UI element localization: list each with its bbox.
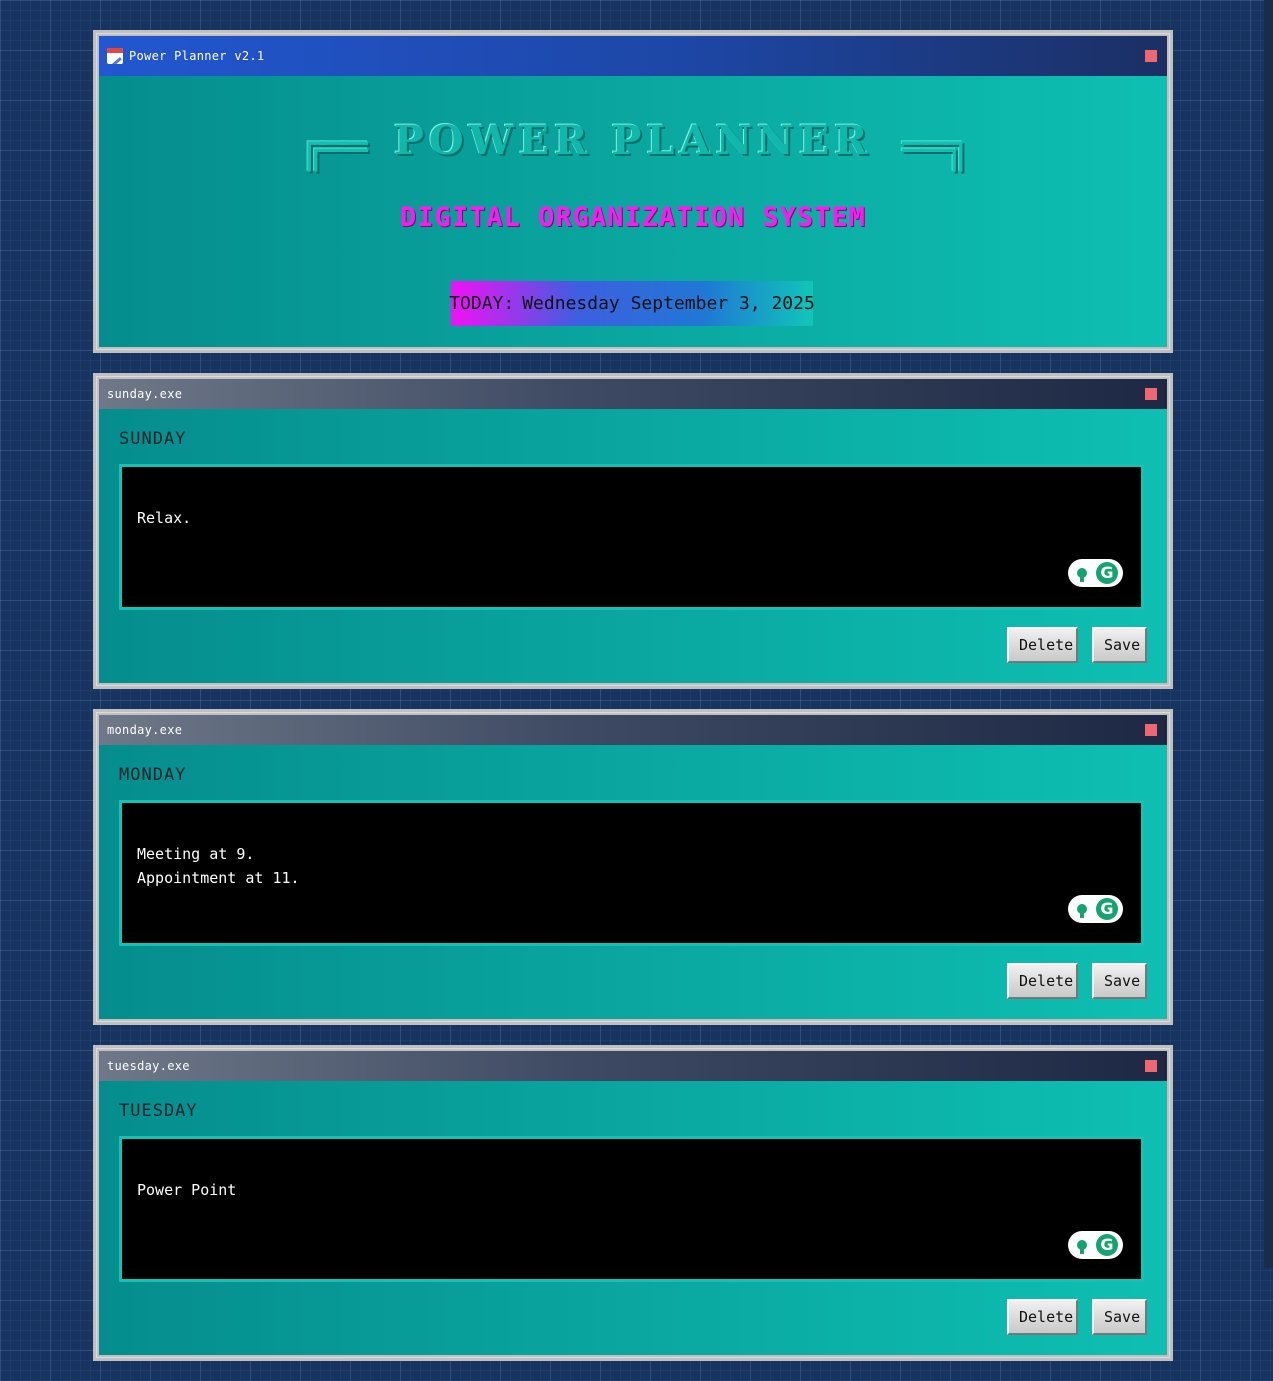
- day-panel: SUNDAY Relax. G Delete Save: [99, 409, 1167, 683]
- planner-container: Power Planner v2.1 ╔══ POWER PLANNER ══╗…: [93, 30, 1173, 1381]
- today-label: TODAY:: [449, 293, 515, 314]
- day-titlebar: monday.exe: [99, 715, 1167, 745]
- day-actions: Delete Save: [119, 1299, 1147, 1335]
- day-label: SUNDAY: [119, 429, 187, 449]
- page-right-edge: [1264, 0, 1273, 1268]
- close-button[interactable]: [1145, 1060, 1157, 1072]
- day-titlebar: sunday.exe: [99, 379, 1167, 409]
- header-panel: ╔══ POWER PLANNER ══╗ DIGITAL ORGANIZATI…: [99, 76, 1167, 347]
- today-banner: TODAY: Wednesday September 3, 2025: [449, 281, 815, 326]
- close-button[interactable]: [1145, 388, 1157, 400]
- day-window-tuesday: tuesday.exe TUESDAY Power Point G Delete…: [93, 1045, 1173, 1361]
- day-label: TUESDAY: [119, 1101, 198, 1121]
- calendar-icon: [107, 48, 123, 64]
- close-button[interactable]: [1145, 50, 1157, 62]
- day-window-sunday: sunday.exe SUNDAY Relax. G Delete Save: [93, 373, 1173, 689]
- lightbulb-icon: [1077, 568, 1087, 582]
- day-panel: MONDAY Meeting at 9. Appointment at 11. …: [99, 745, 1167, 1019]
- grammarly-widget[interactable]: G: [1068, 1231, 1123, 1259]
- day-window-title: monday.exe: [107, 723, 183, 737]
- day-window-title: sunday.exe: [107, 387, 183, 401]
- app-subtitle: DIGITAL ORGANIZATION SYSTEM: [400, 202, 866, 233]
- day-notes-textarea[interactable]: Relax. G: [119, 464, 1144, 610]
- delete-button[interactable]: Delete: [1007, 1299, 1078, 1335]
- lightbulb-icon: [1077, 904, 1087, 918]
- grammarly-widget[interactable]: G: [1068, 895, 1123, 923]
- logo-title: POWER PLANNER: [393, 117, 873, 164]
- day-panel: TUESDAY Power Point G Delete Save: [99, 1081, 1167, 1355]
- logo-left-decoration: ╔══: [299, 122, 368, 171]
- lightbulb-icon: [1077, 1240, 1087, 1254]
- day-notes-text: Relax.: [137, 509, 192, 527]
- day-actions: Delete Save: [119, 627, 1147, 663]
- grammarly-widget[interactable]: G: [1068, 559, 1123, 587]
- delete-button[interactable]: Delete: [1007, 963, 1078, 999]
- delete-button[interactable]: Delete: [1007, 627, 1078, 663]
- grammarly-icon: G: [1096, 562, 1118, 584]
- grammarly-icon: G: [1096, 1234, 1118, 1256]
- main-window: Power Planner v2.1 ╔══ POWER PLANNER ══╗…: [93, 30, 1173, 353]
- save-button[interactable]: Save: [1092, 963, 1147, 999]
- day-window-monday: monday.exe MONDAY Meeting at 9. Appointm…: [93, 709, 1173, 1025]
- app-logo: ╔══ POWER PLANNER ══╗: [99, 116, 1167, 168]
- day-notes-text: Meeting at 9. Appointment at 11.: [137, 845, 300, 887]
- save-button[interactable]: Save: [1092, 627, 1147, 663]
- day-titlebar: tuesday.exe: [99, 1051, 1167, 1081]
- window-title: Power Planner v2.1: [129, 49, 265, 63]
- save-button[interactable]: Save: [1092, 1299, 1147, 1335]
- logo-right-decoration: ══╗: [902, 122, 970, 171]
- day-label: MONDAY: [119, 765, 187, 785]
- close-button[interactable]: [1145, 724, 1157, 736]
- day-actions: Delete Save: [119, 963, 1147, 999]
- main-titlebar: Power Planner v2.1: [99, 36, 1167, 76]
- day-notes-text: Power Point: [137, 1181, 237, 1199]
- today-date: Wednesday September 3, 2025: [522, 293, 815, 314]
- day-window-title: tuesday.exe: [107, 1059, 190, 1073]
- day-notes-textarea[interactable]: Power Point G: [119, 1136, 1144, 1282]
- grammarly-icon: G: [1096, 898, 1118, 920]
- day-notes-textarea[interactable]: Meeting at 9. Appointment at 11. G: [119, 800, 1144, 946]
